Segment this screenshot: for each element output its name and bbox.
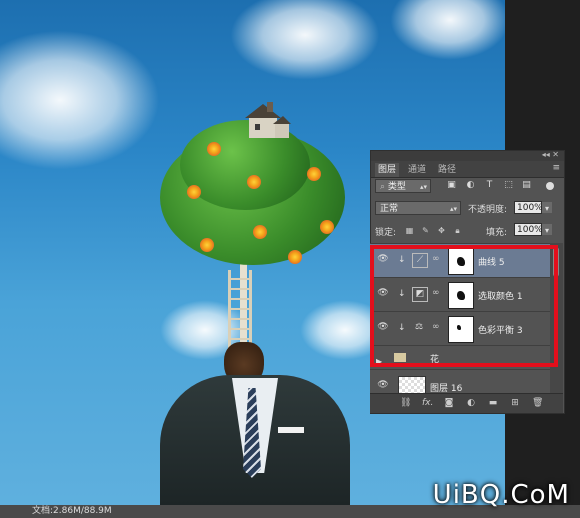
link-icon[interactable]: ⛓ xyxy=(400,398,411,408)
cloud xyxy=(390,0,505,60)
flower xyxy=(200,238,214,252)
flower xyxy=(207,142,221,156)
pocket-square xyxy=(278,427,304,433)
fill-input[interactable]: 100% ▾ xyxy=(514,223,552,236)
pixel-layer-thumbnail[interactable] xyxy=(398,376,426,393)
flower xyxy=(307,167,321,181)
lock-image-icon[interactable]: ✎ xyxy=(421,226,430,235)
filter-type-icon[interactable]: T xyxy=(485,181,494,190)
new-layer-icon[interactable]: ⊞ xyxy=(510,398,520,408)
lock-transparent-icon[interactable]: ▦ xyxy=(405,226,414,235)
fill-value: 100% xyxy=(517,225,543,235)
lock-label: 锁定: xyxy=(375,228,397,238)
opacity-label: 不透明度: xyxy=(468,205,508,215)
panel-footer: ⛓ fx. ◙ ◐ ▬ ⊞ 🗑︎ xyxy=(370,393,563,413)
lock-all-icon[interactable]: 🔒︎ xyxy=(453,226,462,235)
filter-pixel-icon[interactable]: ▣ xyxy=(447,181,456,190)
flower xyxy=(247,175,261,189)
collapse-icon[interactable]: ◂◂ ✕ xyxy=(542,150,559,159)
fill-label: 填充: xyxy=(486,228,508,238)
cloud xyxy=(230,0,380,80)
flower xyxy=(320,220,334,234)
flower xyxy=(288,250,302,264)
flower xyxy=(253,225,267,239)
blend-mode-value: 正常 xyxy=(380,204,399,214)
filter-shape-icon[interactable]: ⬚ xyxy=(504,181,513,190)
panel-tabs: 图层 通道 路径 ≡ xyxy=(371,161,564,178)
flower xyxy=(187,185,201,199)
document-info[interactable]: 文档:2.86M/88.9M xyxy=(32,505,112,518)
blend-mode-select[interactable]: 正常 ▴▾ xyxy=(375,201,461,215)
tab-layers[interactable]: 图层 xyxy=(375,163,400,177)
tab-paths[interactable]: 路径 xyxy=(435,163,459,177)
watermark: UiBQ.CoM xyxy=(432,480,570,510)
filter-kind-select[interactable]: ⌕ 类型 ▴▾ xyxy=(375,179,431,193)
panel-menu-icon[interactable]: ≡ xyxy=(552,163,560,173)
lock-position-icon[interactable]: ✥ xyxy=(437,226,446,235)
red-highlight-box xyxy=(370,245,558,367)
chevron-down-icon[interactable]: ▾ xyxy=(542,202,552,213)
chevron-down-icon[interactable]: ▾ xyxy=(542,224,552,235)
mask-icon[interactable]: ◙ xyxy=(444,398,454,408)
opacity-value: 100% xyxy=(517,203,543,213)
tab-channels[interactable]: 通道 xyxy=(405,163,429,177)
filter-kind-value: 类型 xyxy=(387,182,406,192)
house-icon xyxy=(245,102,291,138)
layer-name[interactable]: 图层 16 xyxy=(430,381,462,393)
filter-adjustment-icon[interactable]: ◐ xyxy=(466,181,475,190)
filter-toggle[interactable] xyxy=(546,182,554,190)
folder-icon[interactable]: ▬ xyxy=(488,398,498,408)
chevron-down-icon: ▴▾ xyxy=(449,205,457,213)
layer-row-pixel[interactable]: 👁︎ 图层 16 xyxy=(370,369,550,393)
trash-icon[interactable]: 🗑︎ xyxy=(532,398,543,408)
chevron-down-icon: ▴▾ xyxy=(419,183,427,191)
opacity-input[interactable]: 100% ▾ xyxy=(514,201,552,214)
filter-smart-object-icon[interactable]: ▤ xyxy=(522,181,531,190)
search-icon: ⌕ xyxy=(380,182,386,192)
eye-icon[interactable]: 👁︎ xyxy=(377,381,389,390)
adjustment-icon[interactable]: ◐ xyxy=(466,398,476,408)
cloud xyxy=(0,30,160,170)
fx-icon[interactable]: fx. xyxy=(422,398,433,408)
panel-title-bar[interactable]: ◂◂ ✕ xyxy=(371,150,564,161)
